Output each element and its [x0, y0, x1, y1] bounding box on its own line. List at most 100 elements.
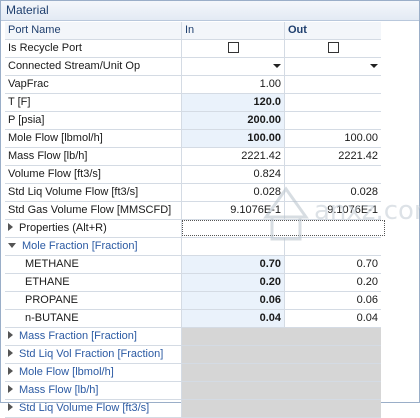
mole-flow-row: Mole Flow [lbmol/h] 100.00 100.00 [5, 130, 381, 148]
component-out-value: 0.20 [356, 276, 378, 288]
pressure-row: P [psia] 200.00 [5, 112, 381, 130]
property-grid: Port Name In Out Is Recycle Port Connect… [5, 22, 385, 418]
volume-flow-label: Volume Flow [ft3/s] [5, 166, 182, 183]
vapfrac-label: VapFrac [5, 76, 182, 93]
std-liq-vol-fraction-section[interactable]: Std Liq Vol Fraction [Fraction] [5, 346, 381, 364]
expand-arrow-icon[interactable] [8, 367, 13, 376]
chevron-down-icon[interactable] [273, 64, 281, 68]
std-gas-volume-flow-row: Std Gas Volume Flow [MMSCFD] 9.1076E-1 9… [5, 202, 381, 220]
recycle-out-cell [285, 40, 381, 57]
mass-fraction-section[interactable]: Mass Fraction [Fraction] [5, 328, 381, 346]
mass-flow-in-value[interactable]: 2221.42 [182, 148, 285, 165]
connected-out-dropdown[interactable] [285, 58, 381, 75]
component-name: METHANE [5, 256, 182, 273]
pressure-in-value[interactable]: 200.00 [182, 112, 285, 129]
temperature-row: T [F] 120.0 [5, 94, 381, 112]
mole-flow-section[interactable]: Mole Flow [lbmol/h] [5, 364, 381, 382]
recycle-port-label: Is Recycle Port [5, 40, 182, 57]
volume-flow-out-value [285, 166, 381, 183]
section-label: Std Liq Volume Flow [ft3/s] [19, 402, 150, 414]
component-in-value[interactable]: 0.04 [182, 310, 285, 327]
mole-flow-section-header[interactable]: Mole Flow [lbmol/h] [5, 364, 182, 381]
section-in-blank [182, 328, 285, 345]
temperature-out-value [285, 94, 381, 111]
chevron-down-icon[interactable] [370, 64, 378, 68]
mole-fraction-header[interactable]: Mole Fraction [Fraction] [5, 238, 182, 255]
std-gas-volume-flow-label: Std Gas Volume Flow [MMSCFD] [5, 202, 182, 219]
mass-flow-section-header[interactable]: Mass Flow [lb/h] [5, 382, 182, 399]
connected-in-dropdown[interactable] [182, 58, 285, 75]
recycle-port-row: Is Recycle Port [5, 40, 381, 58]
std-liq-volume-flow-in-value[interactable]: 0.028 [182, 184, 285, 201]
component-in-value[interactable]: 0.70 [182, 256, 285, 273]
std-liq-volume-flow-out-value: 0.028 [350, 186, 378, 198]
in-column-header: In [182, 22, 285, 39]
pressure-out-value [285, 112, 381, 129]
material-panel: Material Port Name In Out Is Recycle Por… [0, 0, 420, 418]
component-name: n-BUTANE [5, 310, 182, 327]
section-out-blank [285, 364, 381, 381]
connected-stream-label: Connected Stream/Unit Op [5, 58, 182, 75]
section-out-blank [285, 382, 381, 399]
panel-title: Material [1, 1, 419, 21]
component-out-value: 0.70 [356, 258, 378, 270]
properties-row[interactable]: Properties (Alt+R) [5, 220, 385, 238]
mass-flow-row: Mass Flow [lb/h] 2221.42 2221.42 [5, 148, 381, 166]
mole-flow-in-value[interactable]: 100.00 [182, 130, 285, 147]
std-liq-vol-fraction-header[interactable]: Std Liq Vol Fraction [Fraction] [5, 346, 182, 363]
mole-fraction-in-blank [182, 238, 285, 255]
mole-fraction-section[interactable]: Mole Fraction [Fraction] [5, 238, 381, 256]
volume-flow-in-value[interactable]: 0.824 [182, 166, 285, 183]
header-row: Port Name In Out [5, 22, 381, 40]
component-name: PROPANE [5, 292, 182, 309]
component-row: ETHANE 0.20 0.20 [5, 274, 381, 292]
std-gas-volume-flow-out-value: 9.1076E-1 [327, 204, 378, 216]
properties-label: Properties [19, 222, 70, 234]
component-in-value[interactable]: 0.20 [182, 274, 285, 291]
focus-outline [182, 220, 385, 236]
pressure-label: P [psia] [5, 112, 182, 129]
vapfrac-in-value[interactable]: 1.00 [182, 76, 285, 93]
properties-expander[interactable]: Properties (Alt+R) [5, 220, 182, 237]
section-in-blank [182, 364, 285, 381]
mass-flow-section[interactable]: Mass Flow [lb/h] [5, 382, 381, 400]
component-row: n-BUTANE 0.04 0.04 [5, 310, 381, 328]
component-name: ETHANE [5, 274, 182, 291]
section-out-blank [285, 346, 381, 363]
volume-flow-row: Volume Flow [ft3/s] 0.824 [5, 166, 381, 184]
std-liq-volume-flow-label: Std Liq Volume Flow [ft3/s] [5, 184, 182, 201]
recycle-out-checkbox[interactable] [327, 41, 339, 53]
section-in-blank [182, 382, 285, 399]
collapse-arrow-icon[interactable] [8, 242, 16, 248]
mole-fraction-label: Mole Fraction [Fraction] [22, 240, 138, 252]
expand-arrow-icon[interactable] [8, 349, 13, 358]
component-in-value[interactable]: 0.06 [182, 292, 285, 309]
section-label: Mass Fraction [Fraction] [19, 330, 137, 342]
section-in-blank [182, 346, 285, 363]
recycle-in-cell [182, 40, 285, 57]
std-gas-volume-flow-in-value[interactable]: 9.1076E-1 [182, 202, 285, 219]
temperature-in-value[interactable]: 120.0 [182, 94, 285, 111]
mole-flow-label: Mole Flow [lbmol/h] [5, 130, 182, 147]
mass-flow-out-value: 2221.42 [338, 150, 378, 162]
mole-fraction-out-blank [285, 238, 381, 255]
section-label: Mass Flow [lb/h] [19, 384, 99, 396]
expand-arrow-icon[interactable] [8, 385, 13, 394]
section-out-blank [285, 328, 381, 345]
mass-flow-label: Mass Flow [lb/h] [5, 148, 182, 165]
std-liq-volume-flow-row: Std Liq Volume Flow [ft3/s] 0.028 0.028 [5, 184, 381, 202]
section-label: Std Liq Vol Fraction [Fraction] [19, 348, 164, 360]
vapfrac-row: VapFrac 1.00 [5, 76, 381, 94]
component-row: METHANE 0.70 0.70 [5, 256, 381, 274]
component-row: PROPANE 0.06 0.06 [5, 292, 381, 310]
vapfrac-out-value [285, 76, 381, 93]
mass-fraction-header[interactable]: Mass Fraction [Fraction] [5, 328, 182, 345]
recycle-in-checkbox[interactable] [227, 41, 239, 53]
expand-arrow-icon[interactable] [8, 331, 13, 340]
expand-arrow-icon[interactable] [8, 223, 13, 232]
section-label: Mole Flow [lbmol/h] [19, 366, 114, 378]
component-out-value: 0.06 [356, 294, 378, 306]
expand-arrow-icon[interactable] [8, 403, 13, 412]
connected-stream-row: Connected Stream/Unit Op [5, 58, 381, 76]
port-name-header: Port Name [5, 22, 182, 39]
